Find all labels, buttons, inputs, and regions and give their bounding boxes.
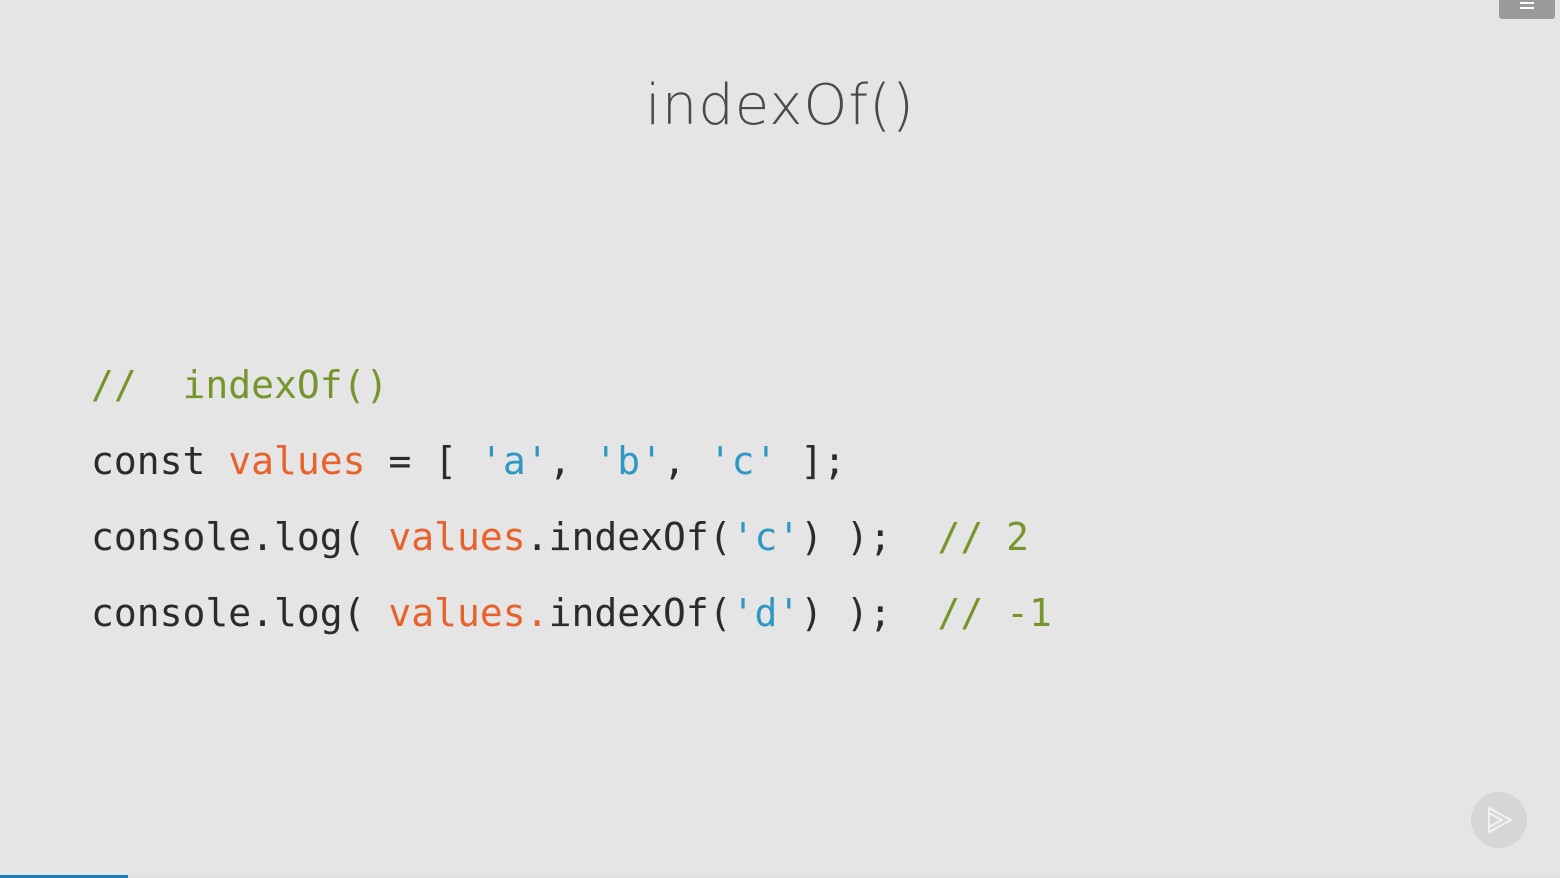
code-token-plain: ,	[663, 439, 709, 483]
code-token-plain: const	[91, 439, 229, 483]
code-token-var: values	[388, 515, 526, 559]
code-token-str: 'b'	[594, 439, 663, 483]
code-line: // indexOf()	[91, 357, 1052, 433]
code-token-var: values.	[388, 591, 549, 635]
code-token-plain: indexOf(	[548, 591, 732, 635]
play-logo-icon	[1488, 807, 1512, 833]
code-token-plain: .indexOf(	[525, 515, 732, 559]
code-token-plain: ) );	[800, 515, 938, 559]
code-token-str: 'c'	[731, 515, 801, 559]
slide-title: indexOf()	[645, 73, 915, 138]
code-token-plain: = [	[365, 439, 480, 483]
code-line: const values = [ 'a', 'b', 'c' ];	[91, 433, 1052, 509]
code-token-plain: ,	[548, 439, 595, 483]
code-token-comment: // -1	[937, 591, 1052, 635]
code-block: // indexOf() const values = [ 'a', 'b', '…	[91, 357, 1052, 661]
code-token-comment: // indexOf()	[91, 363, 389, 407]
code-token-plain: console.log(	[91, 515, 389, 559]
code-token-str: 'd'	[731, 591, 801, 635]
code-token-comment: // 2	[937, 515, 1030, 559]
code-token-plain: console.log(	[91, 591, 389, 635]
code-line: console.log( values.indexOf('c') ); // 2	[91, 509, 1052, 585]
play-button[interactable]	[1471, 792, 1527, 848]
slide-stage: indexOf() // indexOf() const values = [ '…	[0, 0, 1560, 878]
hamburger-menu-icon	[1520, 1, 1534, 12]
menu-button[interactable]	[1499, 0, 1555, 19]
code-token-plain: ];	[777, 439, 847, 483]
code-line: console.log( values.indexOf('d') ); // -…	[91, 585, 1052, 661]
code-token-plain: ) );	[800, 591, 938, 635]
code-token-str: 'a'	[479, 439, 549, 483]
code-token-var: values	[228, 439, 366, 483]
code-token-str: 'c'	[708, 439, 778, 483]
